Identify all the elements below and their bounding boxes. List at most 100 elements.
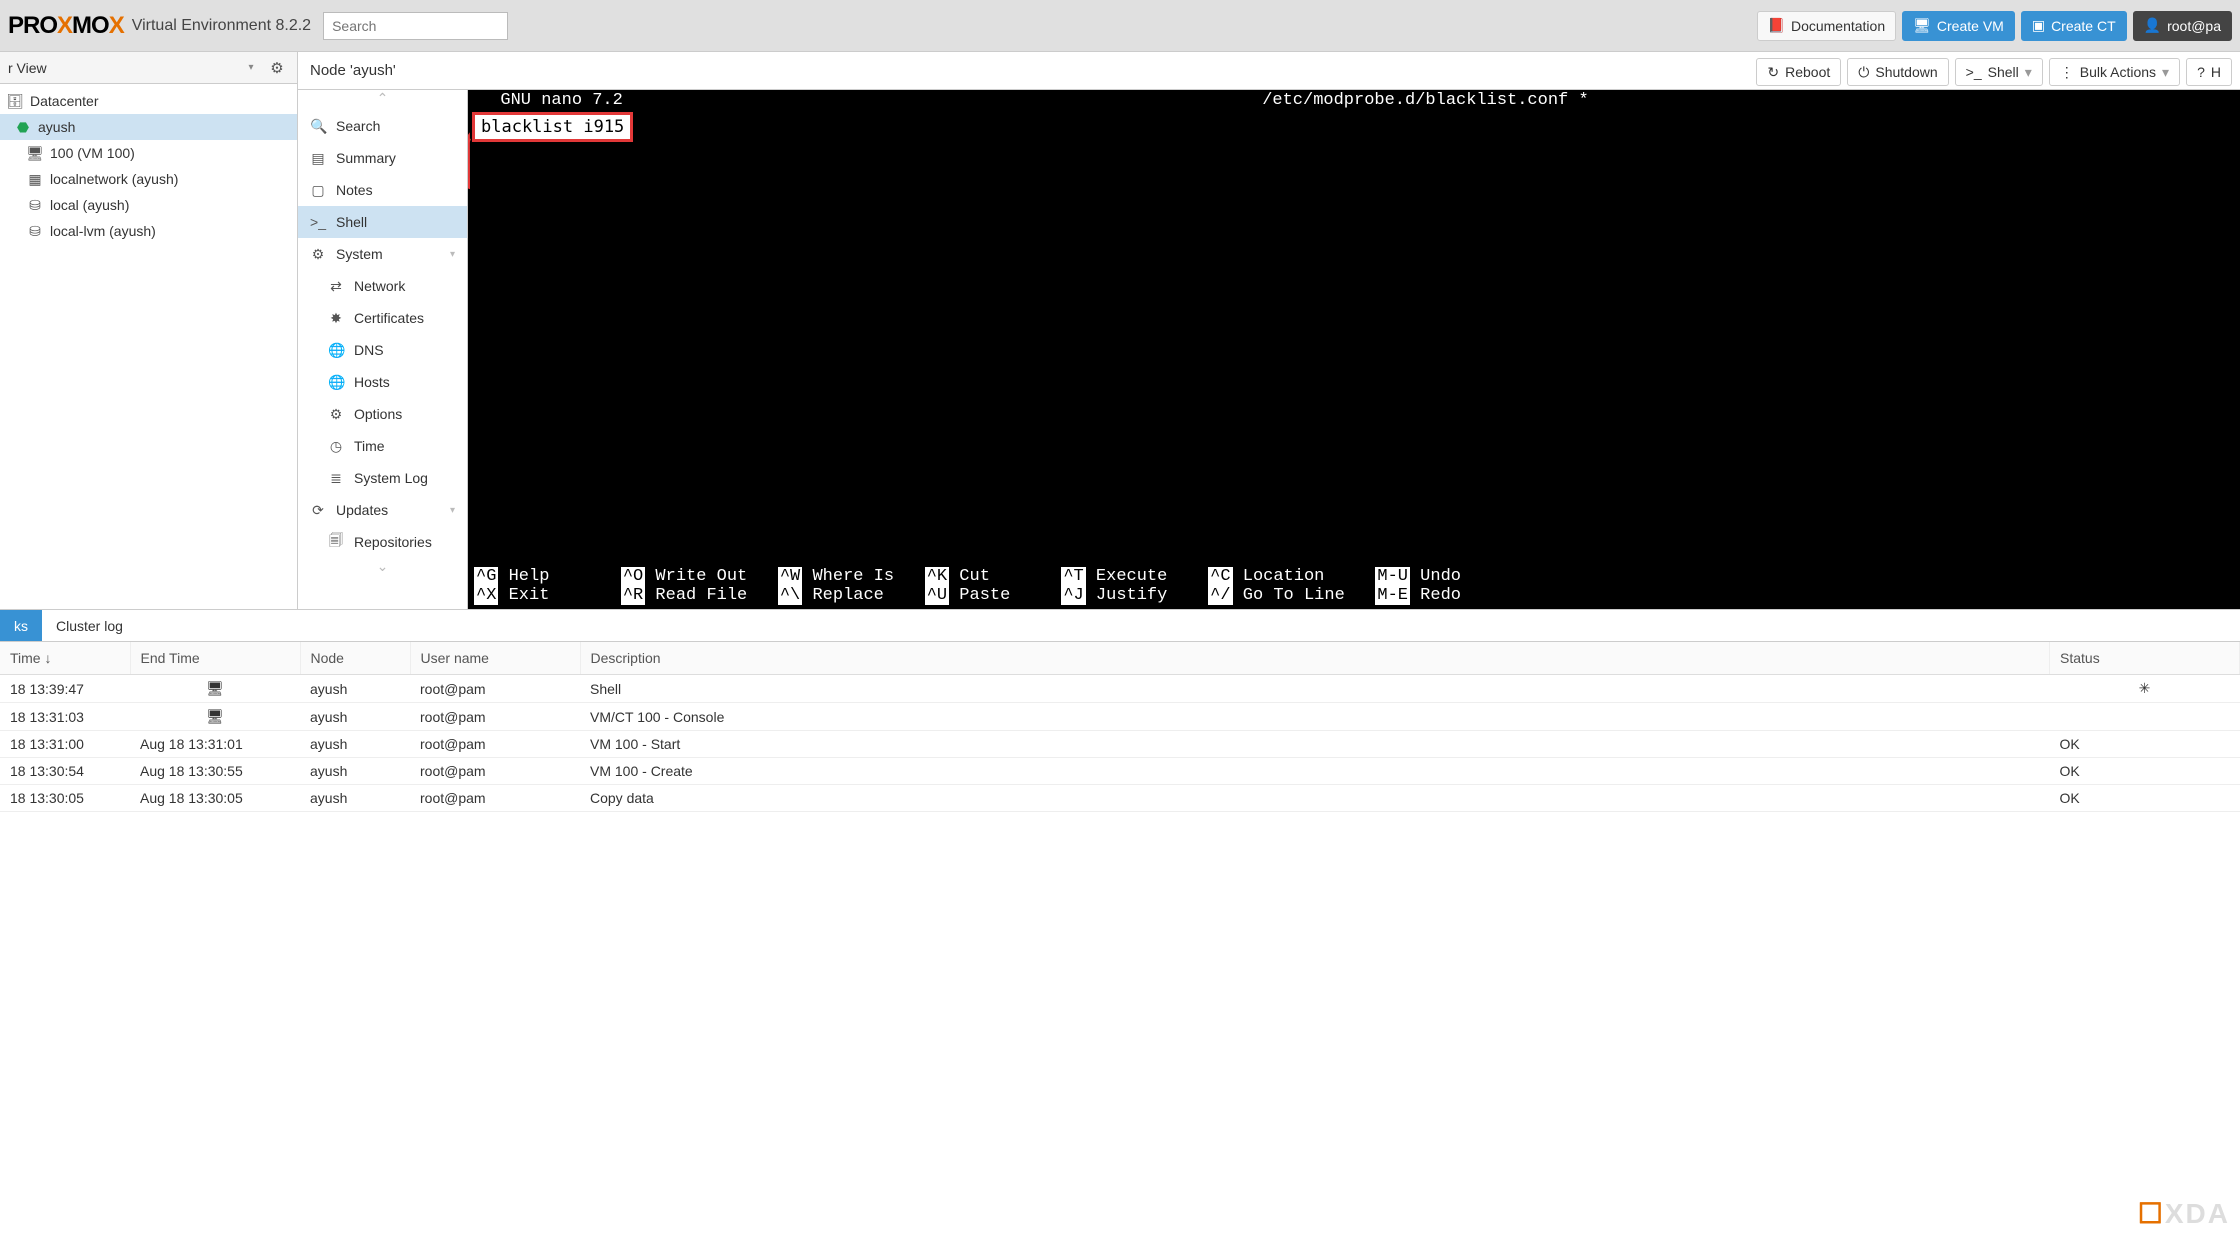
sm-label: Shell xyxy=(336,214,367,230)
logo-text: PROXMOX xyxy=(8,12,124,40)
view-selector[interactable]: r View ▾ ⚙ xyxy=(0,52,297,84)
cell-status: ✳ xyxy=(2050,675,2240,703)
shell-terminal[interactable]: GNU nano 7.2 /etc/modprobe.d/blacklist.c… xyxy=(468,90,2240,609)
user-icon: 👤 xyxy=(2144,17,2161,34)
table-row[interactable]: 18 13:30:05 Aug 18 13:30:05 ayush root@p… xyxy=(0,785,2240,812)
highlighted-text: blacklist i915 xyxy=(472,112,633,142)
search-input[interactable] xyxy=(323,12,508,40)
col-end-time[interactable]: End Time xyxy=(130,642,300,675)
cell-start: 18 13:31:00 xyxy=(0,731,130,758)
reload-icon: ↻ xyxy=(1767,64,1779,81)
tree-vm-100[interactable]: 🖥 100 (VM 100) xyxy=(0,140,297,166)
sm-label: Notes xyxy=(336,182,373,198)
nano-shortcut-key: ^W xyxy=(778,567,802,586)
user-button[interactable]: 👤 root@pa xyxy=(2133,11,2232,41)
cell-user: root@pam xyxy=(410,703,580,731)
nano-editor-body[interactable]: blacklist i915 xyxy=(472,112,633,142)
col-status[interactable]: Status xyxy=(2050,642,2240,675)
col-description[interactable]: Description xyxy=(580,642,2050,675)
sm-label: Summary xyxy=(336,150,396,166)
cell-end: Aug 18 13:31:01 xyxy=(130,731,300,758)
sm-label: System Log xyxy=(354,470,428,486)
logo-post: MO xyxy=(72,12,109,39)
nano-shortcut-key: ^O xyxy=(621,567,645,586)
sm-time[interactable]: ◷Time xyxy=(298,430,467,462)
scroll-down-icon[interactable]: ⌄ xyxy=(298,558,467,578)
tree-local[interactable]: ⛁local (ayush) xyxy=(0,192,297,218)
gear-icon[interactable]: ⚙ xyxy=(265,59,289,77)
documentation-button[interactable]: 📕 Documentation xyxy=(1757,11,1897,41)
tree-node-ayush[interactable]: ⬣ayush xyxy=(0,114,297,140)
node-toolbar: ↻Reboot ⏻Shutdown >_Shell▾ ⋮Bulk Actions… xyxy=(1756,58,2232,86)
sm-search[interactable]: 🔍Search xyxy=(298,110,467,142)
nano-shortcut-label: Help xyxy=(498,567,620,586)
nano-shortcut-label: Location xyxy=(1233,567,1376,586)
tree-datacenter[interactable]: 🗄Datacenter xyxy=(0,88,297,114)
user-label: root@pa xyxy=(2167,18,2221,34)
monitor-icon: 🖥 xyxy=(140,680,290,697)
globe-icon: 🌐 xyxy=(328,342,344,359)
disk-icon: ⛁ xyxy=(26,223,44,240)
note-icon: ▢ xyxy=(310,182,326,199)
help-label: H xyxy=(2211,64,2221,80)
nano-shortcut-key: ^G xyxy=(474,567,498,586)
sm-updates[interactable]: ⟳Updates▾ xyxy=(298,494,467,526)
tree-local-lvm[interactable]: ⛁local-lvm (ayush) xyxy=(0,218,297,244)
sm-shell[interactable]: >_Shell xyxy=(298,206,467,238)
book-icon: ▤ xyxy=(310,150,326,167)
create-ct-button[interactable]: ▣ Create CT xyxy=(2021,11,2127,41)
table-row[interactable]: 18 13:39:47 🖥 ayush root@pam Shell ✳ xyxy=(0,675,2240,703)
sm-label: Time xyxy=(354,438,385,454)
cell-start: 18 13:39:47 xyxy=(0,675,130,703)
shutdown-button[interactable]: ⏻Shutdown xyxy=(1847,58,1948,86)
sm-network[interactable]: ⇄Network xyxy=(298,270,467,302)
sm-dns[interactable]: 🌐DNS xyxy=(298,334,467,366)
table-row[interactable]: 18 13:31:00 Aug 18 13:31:01 ayush root@p… xyxy=(0,731,2240,758)
sm-notes[interactable]: ▢ Notes xyxy=(298,174,467,206)
nano-shortcut-key: ^R xyxy=(621,586,645,605)
cell-desc: VM 100 - Start xyxy=(580,731,2050,758)
cert-icon: ✸ xyxy=(328,310,344,327)
tab-cluster-log[interactable]: Cluster log xyxy=(42,610,137,641)
monitor-icon: 🖥 xyxy=(26,145,44,162)
sm-hosts[interactable]: 🌐Hosts xyxy=(298,366,467,398)
nano-footer-row: ^G Help ^O Write Out ^W Where Is ^K Cut … xyxy=(474,567,2234,586)
col-user[interactable]: User name xyxy=(410,642,580,675)
cell-user: root@pam xyxy=(410,731,580,758)
tree-localnetwork[interactable]: ▦localnetwork (ayush) xyxy=(0,166,297,192)
tab-tasks[interactable]: ks xyxy=(0,610,42,641)
sm-options[interactable]: ⚙Options xyxy=(298,398,467,430)
cell-status: OK xyxy=(2050,758,2240,785)
cell-start: 18 13:31:03 xyxy=(0,703,130,731)
nano-shortcut-key: ^\ xyxy=(778,586,802,605)
create-vm-button[interactable]: 🖥 Create VM xyxy=(1902,11,2015,41)
col-node[interactable]: Node xyxy=(300,642,410,675)
scroll-up-icon[interactable]: ⌃ xyxy=(298,90,467,110)
sm-summary[interactable]: ▤ Summary xyxy=(298,142,467,174)
reboot-button[interactable]: ↻Reboot xyxy=(1756,58,1841,86)
menu-icon: ⋮ xyxy=(2060,64,2074,81)
monitor-icon: 🖥 xyxy=(1913,17,1931,34)
sm-syslog[interactable]: ≣System Log xyxy=(298,462,467,494)
sm-label: Certificates xyxy=(354,310,424,326)
grid-icon: ▦ xyxy=(26,171,44,188)
sm-repositories[interactable]: 🗐Repositories xyxy=(298,526,467,558)
help-button[interactable]: ?H xyxy=(2186,58,2232,86)
table-row[interactable]: 18 13:30:54 Aug 18 13:30:55 ayush root@p… xyxy=(0,758,2240,785)
col-start-time[interactable]: Time ↓ xyxy=(0,642,130,675)
nano-shortcut-label: Cut xyxy=(949,567,1061,586)
nano-shortcut-key: M-U xyxy=(1375,567,1410,586)
nano-shortcut-label: Where Is xyxy=(802,567,924,586)
sm-certificates[interactable]: ✸ Certificates xyxy=(298,302,467,334)
bulk-actions-button[interactable]: ⋮Bulk Actions▾ xyxy=(2049,58,2180,86)
tree-label: 100 (VM 100) xyxy=(50,145,135,161)
logo-pre: PRO xyxy=(8,12,57,39)
sm-system[interactable]: ⚙System▾ xyxy=(298,238,467,270)
cell-end: 🖥 xyxy=(130,675,300,703)
shell-button[interactable]: >_Shell▾ xyxy=(1955,58,2043,86)
cell-user: root@pam xyxy=(410,785,580,812)
chevron-down-icon: ▾ xyxy=(450,505,455,516)
table-row[interactable]: 18 13:31:03 🖥 ayush root@pam VM/CT 100 -… xyxy=(0,703,2240,731)
nano-title: GNU nano 7.2 xyxy=(480,91,623,110)
chevron-down-icon[interactable]: ▾ xyxy=(237,62,265,73)
